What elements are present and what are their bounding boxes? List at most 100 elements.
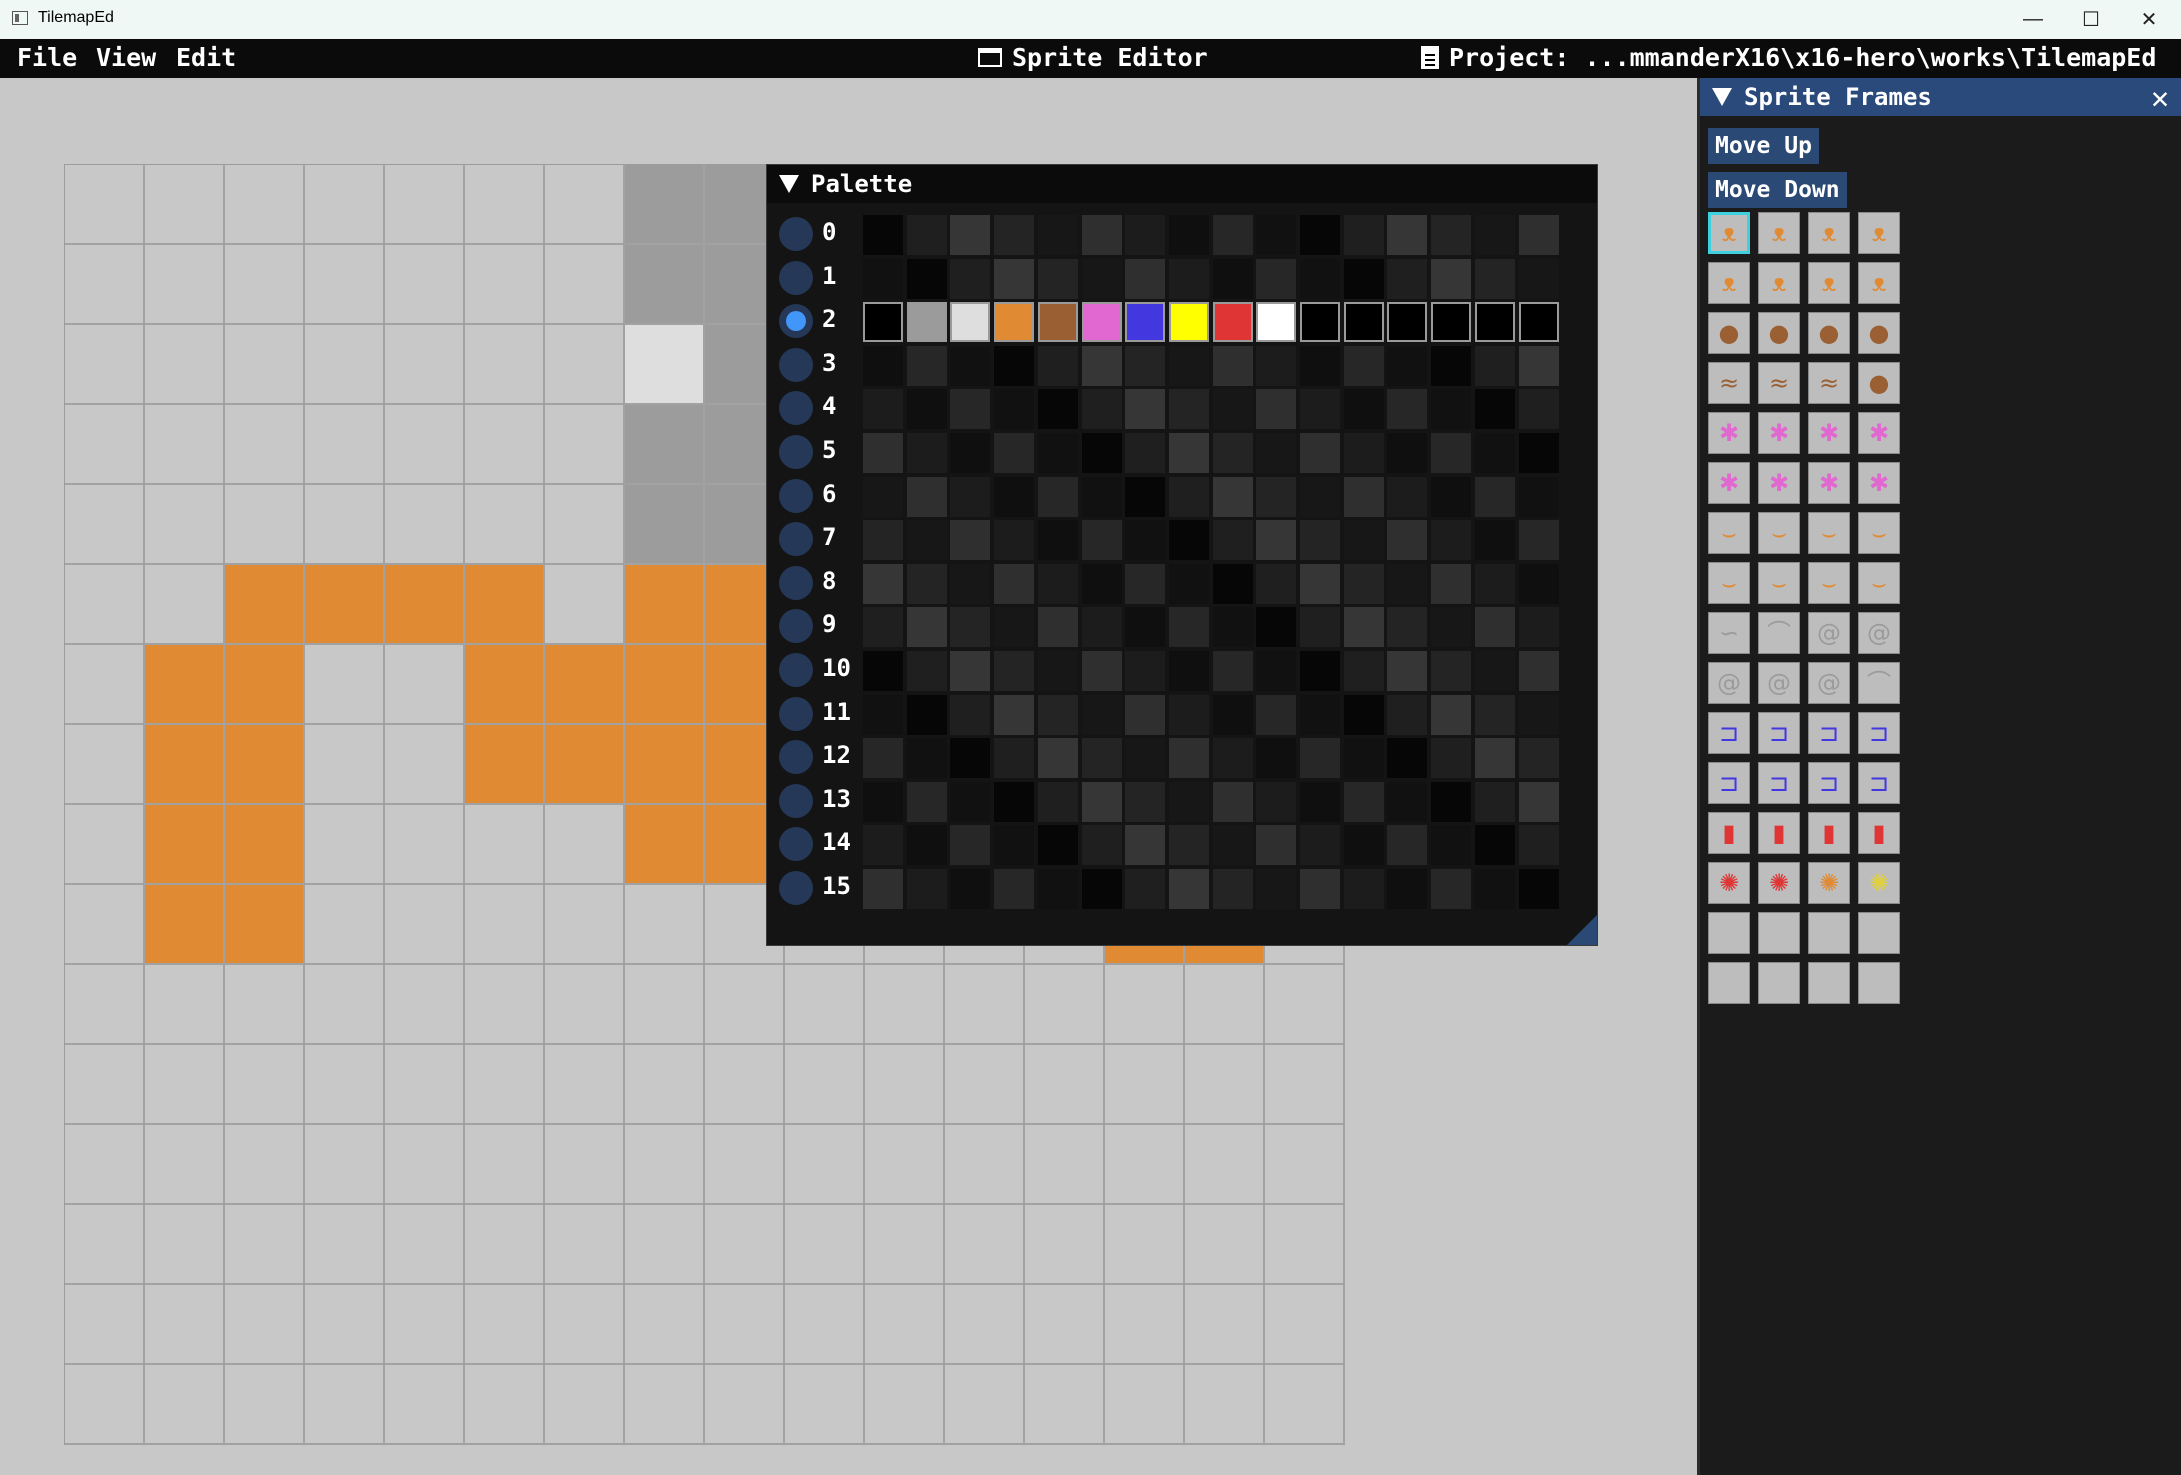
orange-bat-icon[interactable]: ⌣ xyxy=(1708,562,1750,604)
pixel-cell[interactable] xyxy=(385,965,465,1045)
palette-swatch[interactable] xyxy=(1037,433,1078,473)
pixel-cell[interactable] xyxy=(385,485,465,565)
palette-swatch[interactable] xyxy=(1256,302,1297,343)
pixel-cell[interactable] xyxy=(225,645,305,725)
palette-swatch[interactable] xyxy=(950,694,991,735)
palette-swatch[interactable] xyxy=(1168,520,1209,561)
pixel-cell[interactable] xyxy=(225,245,305,325)
palette-swatch[interactable] xyxy=(1256,869,1297,909)
palette-swatch[interactable] xyxy=(1300,389,1340,430)
pixel-cell[interactable] xyxy=(465,1205,545,1285)
pixel-cell[interactable] xyxy=(145,165,225,245)
pixel-cell[interactable] xyxy=(865,1285,945,1365)
palette-swatch[interactable] xyxy=(1125,215,1166,255)
palette-swatch[interactable] xyxy=(1256,563,1297,604)
pixel-cell[interactable] xyxy=(145,565,225,645)
palette-swatch[interactable] xyxy=(1168,258,1209,299)
palette-swatch[interactable] xyxy=(1125,694,1166,735)
pink-spider-icon[interactable]: ✱ xyxy=(1708,462,1750,504)
pink-spider-icon[interactable]: ✱ xyxy=(1758,462,1800,504)
pixel-cell[interactable] xyxy=(225,1365,305,1445)
palette-swatch[interactable] xyxy=(1081,738,1122,779)
palette-swatch[interactable] xyxy=(994,781,1035,822)
resize-grip-icon[interactable] xyxy=(1567,915,1597,945)
palette-swatch[interactable] xyxy=(1431,781,1472,822)
brown-creature-icon[interactable]: ≈ xyxy=(1758,362,1800,404)
palette-swatch[interactable] xyxy=(863,258,903,299)
palette-swatch[interactable] xyxy=(1387,869,1428,909)
palette-swatch[interactable] xyxy=(994,825,1035,866)
palette-swatch[interactable] xyxy=(863,215,903,255)
palette-swatch[interactable] xyxy=(1343,607,1384,648)
pixel-cell[interactable] xyxy=(945,965,1025,1045)
palette-row-radio[interactable] xyxy=(779,435,813,469)
pixel-cell[interactable] xyxy=(1105,1125,1185,1205)
empty-frame-icon[interactable] xyxy=(1758,912,1800,954)
hero-hanging-icon[interactable]: ᴥ xyxy=(1758,212,1800,254)
pixel-cell[interactable] xyxy=(225,965,305,1045)
pixel-cell[interactable] xyxy=(385,645,465,725)
move-down-button[interactable]: Move Down xyxy=(1708,172,1847,208)
palette-row-radio[interactable] xyxy=(779,783,813,818)
palette-swatch[interactable] xyxy=(1168,738,1209,779)
palette-swatch[interactable] xyxy=(906,258,947,299)
pink-spider-icon[interactable]: ✱ xyxy=(1808,462,1850,504)
blue-lamp-icon[interactable]: ⊐ xyxy=(1858,712,1900,754)
pixel-cell[interactable] xyxy=(785,1045,865,1125)
palette-swatch[interactable] xyxy=(1474,215,1515,255)
palette-swatch[interactable] xyxy=(1387,607,1428,648)
palette-swatch[interactable] xyxy=(1037,258,1078,299)
palette-swatch[interactable] xyxy=(1256,389,1297,430)
palette-swatch[interactable] xyxy=(906,302,947,343)
palette-swatch[interactable] xyxy=(1081,302,1122,343)
blue-lamp-icon[interactable]: ⊐ xyxy=(1808,762,1850,804)
palette-swatch[interactable] xyxy=(1343,563,1384,604)
palette-swatch[interactable] xyxy=(1474,302,1515,343)
pixel-cell[interactable] xyxy=(1185,1205,1265,1285)
palette-swatch[interactable] xyxy=(1431,520,1472,561)
palette-swatch[interactable] xyxy=(1212,476,1253,517)
collapse-triangle-icon[interactable] xyxy=(1712,88,1732,106)
orange-bat-icon[interactable]: ⌣ xyxy=(1808,562,1850,604)
gray-snake-icon[interactable]: @ xyxy=(1808,612,1850,654)
palette-swatch[interactable] xyxy=(1474,389,1515,430)
palette-swatch[interactable] xyxy=(1168,651,1209,691)
pixel-cell[interactable] xyxy=(305,565,385,645)
pixel-cell[interactable] xyxy=(625,725,705,805)
pixel-cell[interactable] xyxy=(385,1125,465,1205)
palette-swatch[interactable] xyxy=(1343,869,1384,909)
pixel-cell[interactable] xyxy=(145,645,225,725)
explosion-icon[interactable]: ✺ xyxy=(1808,862,1850,904)
palette-swatch[interactable] xyxy=(950,389,991,430)
pixel-cell[interactable] xyxy=(385,1045,465,1125)
pixel-cell[interactable] xyxy=(65,1045,145,1125)
palette-swatch[interactable] xyxy=(1387,694,1428,735)
pixel-cell[interactable] xyxy=(545,805,625,885)
menu-file[interactable]: File xyxy=(17,43,77,72)
collapse-triangle-icon[interactable] xyxy=(779,175,799,193)
pixel-cell[interactable] xyxy=(785,1365,865,1445)
palette-swatch[interactable] xyxy=(1125,433,1166,473)
palette-swatch[interactable] xyxy=(1300,433,1340,473)
pixel-cell[interactable] xyxy=(625,805,705,885)
palette-swatch[interactable] xyxy=(1125,258,1166,299)
palette-swatch[interactable] xyxy=(950,345,991,386)
palette-row-radio[interactable] xyxy=(779,871,813,905)
pixel-cell[interactable] xyxy=(545,885,625,965)
palette-swatch[interactable] xyxy=(1300,825,1340,866)
pixel-cell[interactable] xyxy=(305,885,385,965)
palette-swatch[interactable] xyxy=(1343,825,1384,866)
palette-swatch[interactable] xyxy=(1300,781,1340,822)
pixel-cell[interactable] xyxy=(385,885,465,965)
pixel-cell[interactable] xyxy=(65,725,145,805)
pixel-cell[interactable] xyxy=(305,1045,385,1125)
pixel-cell[interactable] xyxy=(65,485,145,565)
palette-swatch[interactable] xyxy=(1037,302,1078,343)
palette-swatch[interactable] xyxy=(1300,215,1340,255)
pixel-cell[interactable] xyxy=(65,1205,145,1285)
palette-swatch[interactable] xyxy=(1474,651,1515,691)
pixel-cell[interactable] xyxy=(625,1205,705,1285)
orange-bat-icon[interactable]: ⌣ xyxy=(1758,562,1800,604)
hero-hanging-icon[interactable]: ᴥ xyxy=(1708,262,1750,304)
palette-swatch[interactable] xyxy=(994,258,1035,299)
